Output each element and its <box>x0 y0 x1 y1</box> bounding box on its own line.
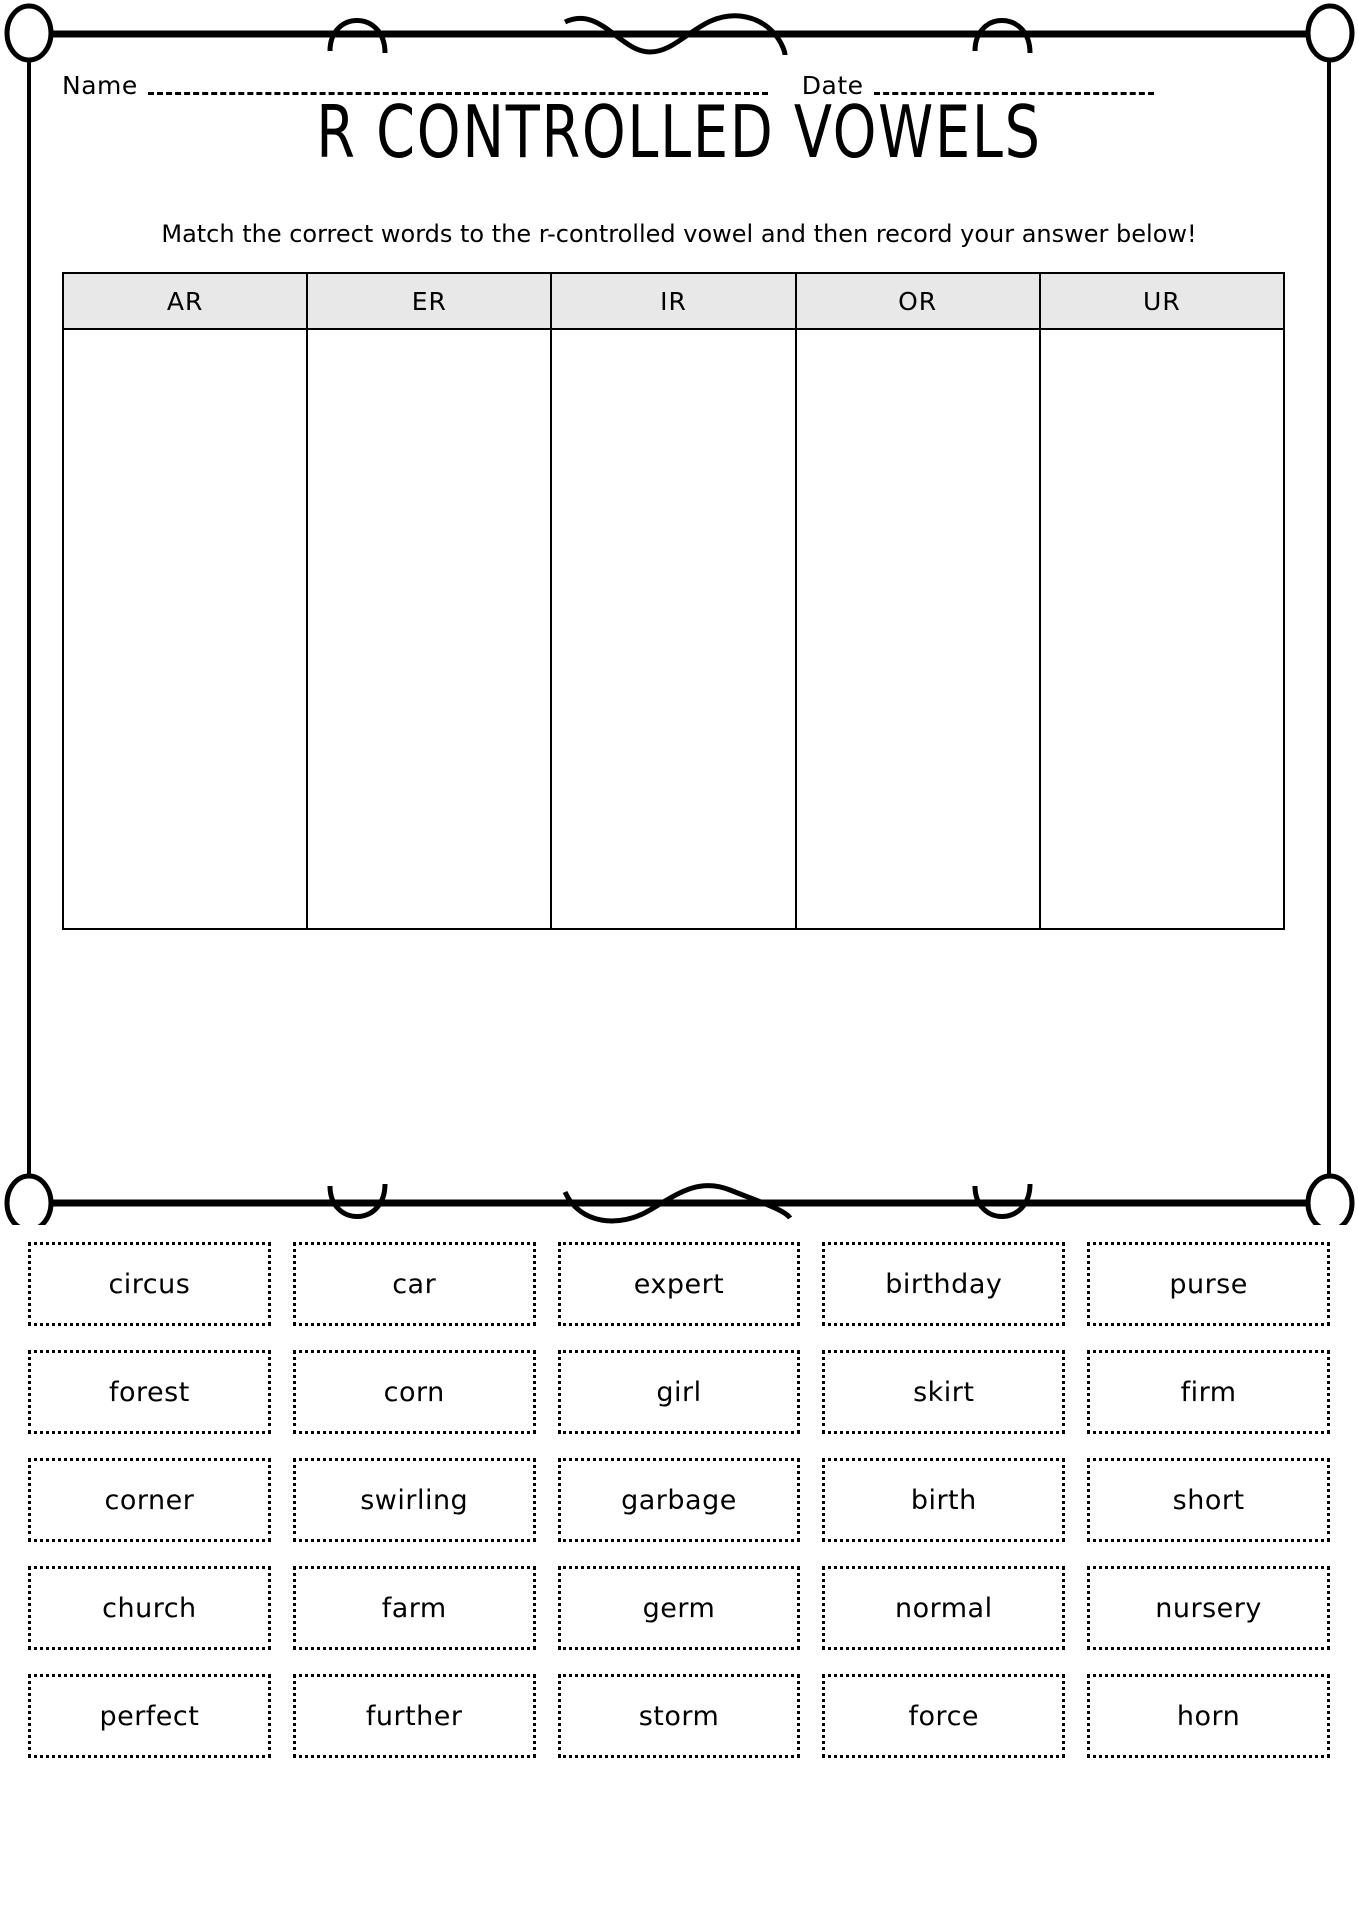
column-header-ur: UR <box>1038 272 1286 330</box>
word-card-label: germ <box>642 1592 716 1624</box>
word-card[interactable]: car <box>292 1242 536 1326</box>
word-card-label: expert <box>633 1268 725 1300</box>
word-card[interactable]: garbage <box>557 1458 801 1542</box>
word-card-label: corn <box>383 1376 445 1408</box>
answer-cell-ir[interactable] <box>550 328 797 930</box>
word-bank-row: corner swirling garbage birth short <box>28 1458 1330 1542</box>
word-card-label: forest <box>109 1376 190 1408</box>
word-bank: circus car expert birthday purse forest … <box>0 1242 1358 1758</box>
word-card-label: skirt <box>913 1376 975 1408</box>
word-card[interactable]: further <box>292 1674 536 1758</box>
word-card[interactable]: normal <box>822 1566 1066 1650</box>
word-card[interactable]: firm <box>1087 1350 1330 1434</box>
worksheet-content: Name Date R CONTROLLED VOWELS Match the … <box>0 0 1358 1225</box>
word-card[interactable]: birth <box>822 1458 1066 1542</box>
word-card-label: corner <box>104 1484 195 1516</box>
word-bank-row: church farm germ normal nursery <box>28 1566 1330 1650</box>
word-card-label: force <box>908 1700 980 1732</box>
word-card[interactable]: corn <box>292 1350 536 1434</box>
word-card-label: swirling <box>360 1484 469 1516</box>
sorting-table-answer-row <box>61 328 1286 930</box>
word-card[interactable]: swirling <box>292 1458 536 1542</box>
word-card[interactable]: birthday <box>822 1242 1066 1326</box>
word-card[interactable]: force <box>822 1674 1066 1758</box>
column-header-ar: AR <box>61 272 309 330</box>
word-card[interactable]: short <box>1087 1458 1330 1542</box>
word-card[interactable]: corner <box>28 1458 271 1542</box>
word-card-label: further <box>365 1700 463 1732</box>
word-card[interactable]: church <box>28 1566 271 1650</box>
word-card-label: purse <box>1169 1268 1248 1300</box>
word-card[interactable]: circus <box>28 1242 271 1326</box>
word-card[interactable]: forest <box>28 1350 271 1434</box>
word-card[interactable]: girl <box>557 1350 801 1434</box>
answer-cell-or[interactable] <box>794 328 1041 930</box>
word-card[interactable]: skirt <box>822 1350 1066 1434</box>
word-card-label: storm <box>638 1700 720 1732</box>
word-card[interactable]: germ <box>557 1566 801 1650</box>
word-card[interactable]: perfect <box>28 1674 271 1758</box>
word-card-label: normal <box>894 1592 993 1624</box>
word-card-label: short <box>1172 1484 1245 1516</box>
word-card-label: farm <box>381 1592 447 1624</box>
word-card-label: garbage <box>621 1484 737 1516</box>
word-card-label: horn <box>1176 1700 1241 1732</box>
word-card-label: perfect <box>99 1700 200 1732</box>
word-card-label: church <box>102 1592 197 1624</box>
word-card-label: birthday <box>885 1268 1003 1300</box>
column-header-ir: IR <box>550 272 797 330</box>
page-instructions: Match the correct words to the r-control… <box>161 220 1197 248</box>
word-card[interactable]: storm <box>557 1674 801 1758</box>
word-bank-row: perfect further storm force horn <box>28 1674 1330 1758</box>
answer-cell-ur[interactable] <box>1038 328 1286 930</box>
column-header-or: OR <box>794 272 1041 330</box>
sorting-table: AR ER IR OR UR <box>61 272 1286 930</box>
word-card[interactable]: purse <box>1087 1242 1330 1326</box>
sorting-table-header-row: AR ER IR OR UR <box>61 272 1286 330</box>
word-card[interactable]: farm <box>292 1566 536 1650</box>
answer-cell-er[interactable] <box>306 328 553 930</box>
page-title: R CONTROLLED VOWELS <box>316 90 1042 174</box>
word-card[interactable]: horn <box>1087 1674 1330 1758</box>
word-card-label: car <box>392 1268 437 1300</box>
word-card-label: nursery <box>1155 1592 1262 1624</box>
column-header-er: ER <box>306 272 553 330</box>
word-card[interactable]: nursery <box>1087 1566 1330 1650</box>
word-card-label: firm <box>1180 1376 1237 1408</box>
word-card-label: girl <box>656 1376 702 1408</box>
word-card-label: circus <box>108 1268 191 1300</box>
answer-cell-ar[interactable] <box>61 328 309 930</box>
word-card[interactable]: expert <box>557 1242 801 1326</box>
word-bank-row: forest corn girl skirt firm <box>28 1350 1330 1434</box>
word-bank-row: circus car expert birthday purse <box>28 1242 1330 1326</box>
word-card-label: birth <box>910 1484 977 1516</box>
